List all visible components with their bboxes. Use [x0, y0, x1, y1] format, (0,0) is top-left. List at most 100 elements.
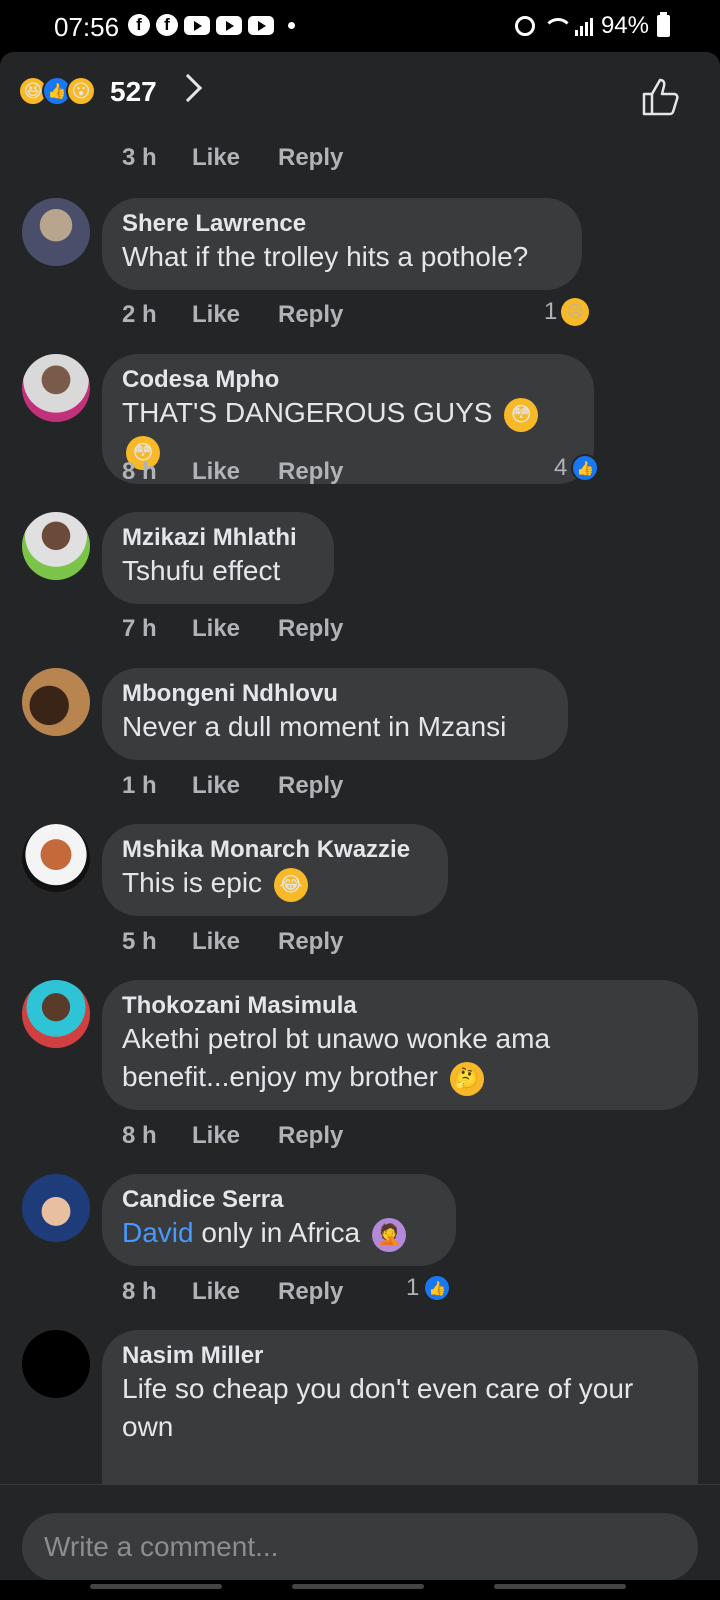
- comment-reactions[interactable]: 1 😥: [544, 298, 590, 326]
- comment-time: 5 h: [122, 928, 157, 955]
- comment-time: 8 h: [122, 1122, 157, 1149]
- facebook-notification-icon: f: [156, 14, 178, 36]
- like-comment-button[interactable]: Like: [192, 144, 278, 172]
- facepalm-emoji-icon: 🤦: [371, 1217, 406, 1252]
- comment-actions: 3 h Like Reply: [122, 144, 343, 172]
- reply-comment-button[interactable]: Reply: [278, 1278, 343, 1306]
- like-reaction-icon: 👍: [423, 1274, 452, 1302]
- comment-time: 1 h: [122, 772, 157, 799]
- avatar[interactable]: [22, 1330, 90, 1398]
- comment-actions: 7 h Like Reply: [122, 615, 343, 643]
- thinking-emoji-icon: 🤔: [449, 1061, 484, 1096]
- signal-icon: [574, 16, 593, 36]
- like-comment-button[interactable]: Like: [192, 615, 278, 643]
- recents-button[interactable]: [90, 1584, 222, 1589]
- avatar[interactable]: [22, 824, 90, 892]
- reaction-count: 527: [110, 76, 157, 107]
- comment-text: David only in Africa 🤦: [122, 1214, 434, 1252]
- avatar[interactable]: [22, 980, 90, 1048]
- comment-bubble: Shere Lawrence What if the trolley hits …: [102, 198, 582, 290]
- like-comment-button[interactable]: Like: [192, 301, 278, 329]
- comment-time: 3 h: [122, 144, 157, 171]
- more-notifications-dot: [288, 21, 295, 29]
- facebook-notification-icon: f: [128, 14, 150, 36]
- like-reaction-icon: 👍: [571, 454, 600, 482]
- comment-actions: 5 h Like Reply: [122, 928, 343, 956]
- mention-link[interactable]: David: [122, 1217, 194, 1248]
- status-time: 07:56: [54, 12, 120, 42]
- comment-text: What if the trolley hits a pothole?: [122, 241, 529, 272]
- youtube-notification-icon: [248, 15, 274, 35]
- comment-text-line-2: own: [122, 1411, 174, 1442]
- comment-reaction-count: 4: [554, 454, 568, 481]
- comment-bubble: Mshika Monarch Kwazzie This is epic 😂: [102, 824, 448, 916]
- comment-actions: 8 h Like Reply: [122, 1122, 343, 1150]
- reaction-icons: 😆 👍 😮: [18, 76, 96, 106]
- comment-text: Akethi petrol bt unawo wonke ama: [122, 1023, 551, 1054]
- like-comment-button[interactable]: Like: [192, 1122, 278, 1150]
- reply-comment-button[interactable]: Reply: [278, 928, 343, 956]
- comment-author[interactable]: Codesa Mpho: [122, 366, 572, 394]
- chevron-right-icon[interactable]: [173, 73, 203, 103]
- avatar[interactable]: [22, 1174, 90, 1242]
- comment-text: Life so cheap you don't even care of you…: [122, 1373, 634, 1404]
- like-comment-button[interactable]: Like: [192, 458, 278, 486]
- reply-comment-button[interactable]: Reply: [278, 615, 343, 643]
- comment-bubble: Thokozani Masimula Akethi petrol bt unaw…: [102, 980, 698, 1110]
- battery-percent: 94%: [600, 12, 649, 39]
- like-comment-button[interactable]: Like: [192, 772, 278, 800]
- youtube-notification-icon: [216, 15, 242, 35]
- avatar[interactable]: [22, 198, 90, 266]
- reply-comment-button[interactable]: Reply: [278, 458, 343, 486]
- comment-actions: 8 h Like Reply: [122, 1278, 343, 1306]
- comment-bubble: Mbongeni Ndhlovu Never a dull moment in …: [102, 668, 568, 760]
- comment-reaction-count: 1: [406, 1274, 420, 1301]
- comment-time: 8 h: [122, 458, 157, 485]
- system-nav-bar: [0, 1580, 720, 1600]
- reply-comment-button[interactable]: Reply: [278, 301, 343, 329]
- comment-author[interactable]: Mbongeni Ndhlovu: [122, 680, 546, 708]
- wow-reaction-icon: 😮: [66, 76, 96, 106]
- avatar[interactable]: [22, 668, 90, 736]
- comment-author[interactable]: Mshika Monarch Kwazzie: [122, 836, 426, 864]
- comment-actions: 8 h Like Reply: [122, 458, 343, 486]
- avatar[interactable]: [22, 512, 90, 580]
- comment-author[interactable]: Nasim Miller: [122, 1342, 676, 1370]
- laughing-emoji-icon: 😂: [273, 867, 308, 902]
- sad-reaction-icon: 😥: [561, 298, 590, 326]
- notification-icons: f f: [128, 14, 295, 36]
- comment-actions: 1 h Like Reply: [122, 772, 343, 800]
- comment-text: Tshufu effect: [122, 555, 281, 586]
- comment-reaction-count: 1: [544, 298, 558, 325]
- comment-author[interactable]: Shere Lawrence: [122, 210, 560, 238]
- youtube-notification-icon: [184, 15, 210, 35]
- like-comment-button[interactable]: Like: [192, 1278, 278, 1306]
- comment-time: 8 h: [122, 1278, 157, 1305]
- comment-input[interactable]: Write a comment...: [22, 1513, 698, 1581]
- wifi-icon: [542, 16, 573, 36]
- reply-comment-button[interactable]: Reply: [278, 1122, 343, 1150]
- home-button[interactable]: [292, 1584, 424, 1589]
- comments-panel: 😆 👍 😮 527 3 h Like Reply Shere Lawrence …: [0, 52, 720, 1600]
- comment-bubble: Mzikazi Mhlathi Tshufu effect: [102, 512, 334, 604]
- like-post-icon[interactable]: [638, 74, 682, 118]
- reply-comment-button[interactable]: Reply: [278, 772, 343, 800]
- comment-author[interactable]: Candice Serra: [122, 1186, 434, 1214]
- comment-author[interactable]: Mzikazi Mhlathi: [122, 524, 312, 552]
- comment-reactions[interactable]: 1 👍: [406, 1274, 452, 1302]
- comment-bubble: Nasim Miller Life so cheap you don't eve…: [102, 1330, 698, 1490]
- flushed-emoji-icon: 😳: [504, 397, 539, 432]
- status-bar: 07:56 f f 94%: [0, 0, 720, 52]
- comment-text: This is epic 😂: [122, 864, 426, 902]
- comment-time: 7 h: [122, 615, 157, 642]
- like-comment-button[interactable]: Like: [192, 928, 278, 956]
- reply-comment-button[interactable]: Reply: [278, 144, 343, 172]
- back-button[interactable]: [494, 1584, 626, 1589]
- comment-time: 2 h: [122, 301, 157, 328]
- battery-icon: [657, 12, 670, 37]
- comment-author[interactable]: Thokozani Masimula: [122, 992, 676, 1020]
- avatar[interactable]: [22, 354, 90, 422]
- comment-reactions[interactable]: 4 👍: [554, 454, 600, 482]
- reactions-summary[interactable]: 😆 👍 😮 527: [18, 73, 708, 114]
- comment-text-line-2: benefit...enjoy my brother 🤔: [122, 1058, 676, 1096]
